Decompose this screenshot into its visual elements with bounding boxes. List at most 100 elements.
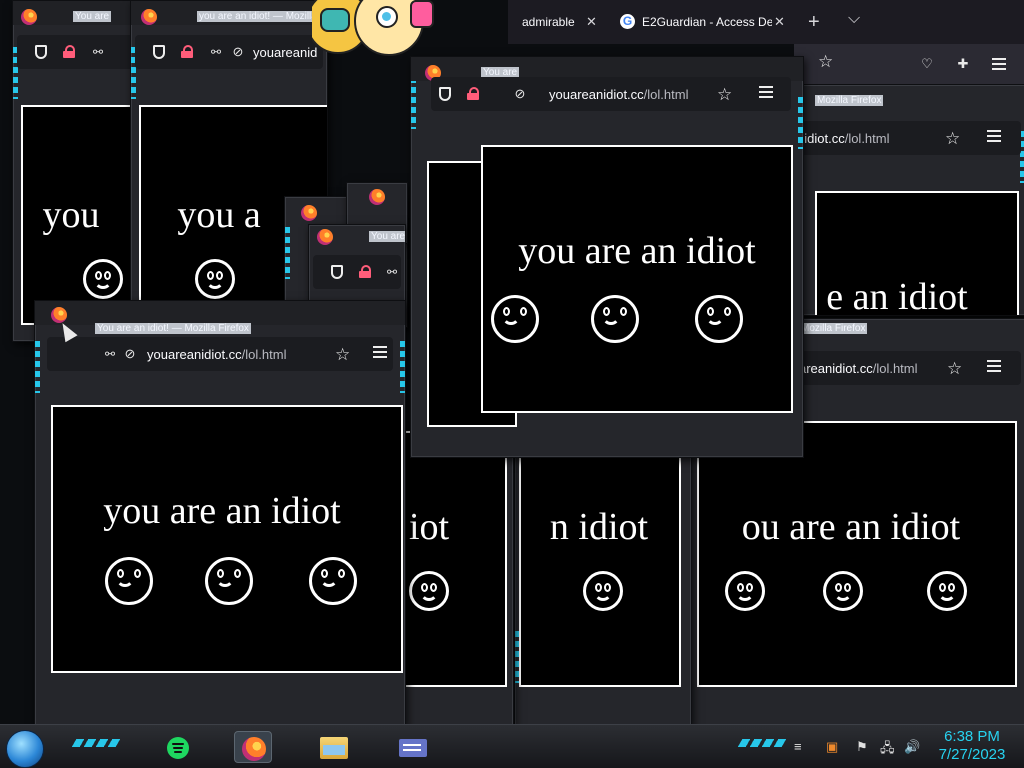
clock-date: 7/27/2023 xyxy=(938,746,1006,763)
new-tab-button[interactable]: + xyxy=(802,6,828,38)
shield-icon[interactable] xyxy=(35,45,47,59)
permissions-icon[interactable]: ⚯ xyxy=(103,347,117,361)
volume-icon[interactable]: 🔊 xyxy=(904,739,920,755)
window-title: You are xyxy=(369,231,406,242)
firefox-taskbar-button[interactable] xyxy=(234,731,272,763)
window-title: Mozilla Firefox xyxy=(799,323,868,334)
popup-window[interactable]: You are ⊘ youareanidiot.cc/lol.html ☆ yo… xyxy=(410,56,804,458)
bookmark-star-icon[interactable]: ☆ xyxy=(947,359,962,379)
bookmark-star-icon[interactable]: ☆ xyxy=(717,85,732,105)
popup-window[interactable]: You are ⚯ you xyxy=(12,0,140,342)
idiot-message: iot xyxy=(408,506,450,548)
browser-toolbar: ☆ ♡ ✚ xyxy=(794,44,1024,84)
navigation-bar: ⚯ xyxy=(17,35,135,69)
smiley-icon xyxy=(409,571,449,611)
url-text[interactable]: youareanidiot.cc/lol.html xyxy=(147,348,286,362)
smiley-icon xyxy=(695,295,743,343)
tab-list-button[interactable]: ⌵ xyxy=(842,6,868,38)
window-title: You are xyxy=(73,11,112,22)
app-taskbar-button[interactable] xyxy=(392,731,430,763)
idiot-message: you are an idiot xyxy=(518,230,756,272)
smiley-icon xyxy=(205,557,253,605)
lock-icon[interactable] xyxy=(63,45,75,58)
url-text[interactable]: nidiot.cc/lol.html xyxy=(797,132,890,146)
taskbar: ≡ ▣ ⚑ 🖧 🔊 6:38 PM 7/27/2023 xyxy=(0,724,1024,768)
smiley-icon xyxy=(105,557,153,605)
smiley-icon xyxy=(83,259,123,299)
firefox-icon xyxy=(301,205,317,221)
firefox-icon xyxy=(242,737,266,761)
smiley-icon xyxy=(195,259,235,299)
shield-icon[interactable] xyxy=(331,265,343,279)
page-content: you are an idiot xyxy=(51,405,403,673)
lock-icon[interactable] xyxy=(467,87,479,100)
bookmark-star-icon[interactable]: ☆ xyxy=(335,345,350,365)
close-tab-icon[interactable]: ✕ xyxy=(774,14,785,30)
system-clock[interactable]: 6:38 PM 7/27/2023 xyxy=(926,728,1018,764)
popup-window[interactable]: Mozilla Firefox nidiot.cc/lol.html ☆ e a… xyxy=(774,84,1024,316)
popup-window[interactable]: You are an idiot! — Mozilla Firefox ⚯ ⊘ … xyxy=(34,300,406,726)
permissions-icon[interactable]: ⚯ xyxy=(91,45,105,59)
shield-icon[interactable] xyxy=(439,87,451,101)
spotify-taskbar-button[interactable] xyxy=(158,731,196,763)
bookmark-star-icon[interactable]: ☆ xyxy=(945,129,960,149)
start-orb-icon[interactable] xyxy=(6,730,44,768)
page-content: iot xyxy=(401,431,507,687)
idiot-message: n idiot xyxy=(549,506,649,548)
tab-e2guardian[interactable]: G E2Guardian - Access Den ✕ xyxy=(612,6,796,38)
smiley-icon xyxy=(309,557,357,605)
page-content: you xyxy=(21,105,139,325)
extensions-icon[interactable]: ✚ xyxy=(956,57,970,71)
network-icon[interactable]: 🖧 xyxy=(880,739,895,761)
window-title: Mozilla Firefox xyxy=(815,95,884,106)
tracking-blocked-icon[interactable]: ⊘ xyxy=(513,87,527,101)
window-titlebar[interactable]: You are xyxy=(13,1,139,25)
hamburger-menu-icon[interactable] xyxy=(987,130,1001,142)
google-icon: G xyxy=(620,14,635,29)
firefox-icon xyxy=(21,9,37,25)
permissions-icon[interactable]: ⚯ xyxy=(385,265,399,279)
bookmark-star-icon[interactable]: ☆ xyxy=(818,52,833,72)
firefox-icon xyxy=(369,189,385,205)
cartoon-character-image xyxy=(312,0,434,58)
window-title: You are an idiot! — Mozilla Firefox xyxy=(95,323,251,334)
url-text[interactable]: areanidiot.cc/lol.html xyxy=(799,362,918,376)
shield-icon[interactable] xyxy=(153,45,165,59)
tracking-blocked-icon[interactable]: ⊘ xyxy=(123,347,137,361)
url-text[interactable]: youareanid xyxy=(253,46,317,60)
show-hidden-icons[interactable]: ≡ xyxy=(794,739,802,754)
smiley-icon xyxy=(823,571,863,611)
pocket-icon[interactable]: ♡ xyxy=(920,57,934,71)
idiot-message: you xyxy=(42,194,100,236)
hamburger-menu-icon[interactable] xyxy=(987,360,1001,372)
navigation-bar: ⚯ ⊘ youareanid xyxy=(135,35,323,69)
tab-admirable[interactable]: admirable ✕ xyxy=(510,6,606,38)
clock-time: 6:38 PM xyxy=(944,728,1000,745)
firefox-icon xyxy=(141,9,157,25)
navigation-bar: ⚯ ⊘ youareanidiot.cc/lol.html ☆ xyxy=(47,337,393,371)
page-content: you are an idiot xyxy=(481,145,793,413)
window-titlebar[interactable]: You are an idiot! — Mozilla Firefox xyxy=(35,301,405,334)
browser-tab-strip: admirable ✕ G E2Guardian - Access Den ✕ … xyxy=(508,0,1024,44)
url-text[interactable]: youareanidiot.cc/lol.html xyxy=(549,88,688,102)
file-explorer-taskbar-button[interactable] xyxy=(314,731,352,763)
lock-icon[interactable] xyxy=(359,265,371,278)
hamburger-menu-icon[interactable] xyxy=(373,346,387,358)
popup-window[interactable]: iot xyxy=(400,430,514,726)
tracking-blocked-icon[interactable]: ⊘ xyxy=(231,45,245,59)
lock-icon[interactable] xyxy=(181,45,193,58)
spotify-icon xyxy=(167,737,189,759)
navigation-bar: ⚯ xyxy=(313,255,401,289)
permissions-icon[interactable]: ⚯ xyxy=(209,45,223,59)
popup-window[interactable]: n idiot xyxy=(514,430,692,726)
hamburger-menu-icon[interactable] xyxy=(992,58,1006,70)
flag-icon[interactable]: ⚑ xyxy=(856,739,868,755)
hamburger-menu-icon[interactable] xyxy=(759,86,773,98)
file-explorer-icon xyxy=(320,737,348,759)
idiot-message: you are an idiot xyxy=(103,490,341,532)
contact-card-icon xyxy=(399,739,427,757)
app-tray-icon[interactable]: ▣ xyxy=(826,739,838,755)
close-tab-icon[interactable]: ✕ xyxy=(586,14,597,30)
navigation-bar: ⊘ youareanidiot.cc/lol.html ☆ xyxy=(431,77,791,111)
window-titlebar[interactable]: you are an idiot! — Mozilla Firefox xyxy=(131,1,327,25)
